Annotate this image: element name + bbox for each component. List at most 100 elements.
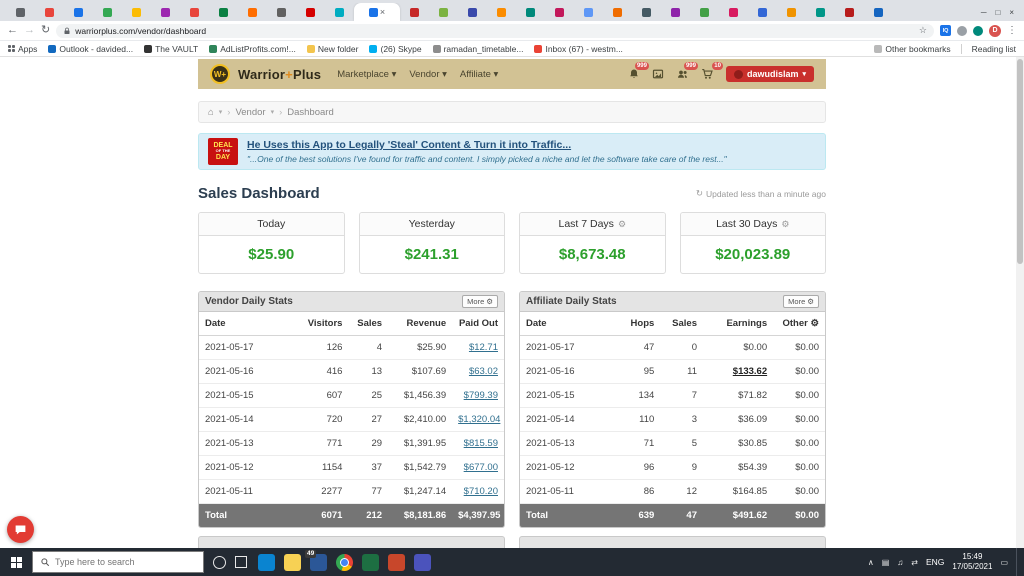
browser-tab[interactable] [632, 3, 661, 21]
cortana-icon[interactable] [213, 555, 226, 569]
gear-icon[interactable]: ⚙ [781, 219, 789, 230]
nav-item-vendor[interactable]: Vendor ▾ [409, 69, 447, 80]
back-icon[interactable]: ← [7, 25, 18, 36]
refresh-icon[interactable]: ↻ [696, 188, 703, 199]
refresh-icon[interactable]: ↻ [41, 25, 50, 36]
taskbar-app-powerpoint[interactable] [388, 553, 405, 571]
browser-tab[interactable] [429, 3, 458, 21]
show-desktop-button[interactable] [1016, 548, 1020, 576]
browser-tab[interactable] [296, 3, 325, 21]
paid-out-link[interactable]: $12.71 [452, 335, 504, 360]
nav-item-affiliate[interactable]: Affiliate ▾ [460, 69, 498, 80]
browser-tab[interactable] [835, 3, 864, 21]
taskbar-app-teams[interactable] [414, 553, 431, 571]
browser-tab[interactable] [719, 3, 748, 21]
browser-tab[interactable] [574, 3, 603, 21]
affiliates-button[interactable]: 999 [676, 62, 698, 80]
cart-button[interactable]: 10 [701, 62, 723, 80]
browser-tab[interactable] [777, 3, 806, 21]
bookmark-item[interactable]: Inbox (67) - westm... [534, 44, 623, 54]
browser-tab[interactable] [400, 3, 429, 21]
account-menu-button[interactable]: dawudislam ▾ [725, 66, 814, 82]
breadcrumb-vendor[interactable]: Vendor [235, 107, 265, 118]
deal-link[interactable]: He Uses this App to Legally 'Steal' Cont… [247, 139, 727, 151]
browser-tab[interactable] [64, 3, 93, 21]
browser-tab[interactable] [93, 3, 122, 21]
taskbar-search[interactable] [32, 551, 204, 573]
bookmark-item[interactable]: The VAULT [144, 44, 198, 54]
extension-icon[interactable] [957, 25, 967, 36]
browser-tab[interactable] [545, 3, 574, 21]
bookmark-item[interactable]: New folder [306, 44, 358, 54]
maximize-button[interactable]: □ [995, 8, 1000, 17]
taskbar-app-edge[interactable] [258, 553, 275, 571]
extension-iq-icon[interactable]: IQ [940, 25, 951, 36]
tray-expand-icon[interactable]: ∧ [868, 558, 874, 567]
paid-out-link[interactable]: $815.59 [452, 431, 504, 456]
browser-tab[interactable] [864, 3, 893, 21]
more-button[interactable]: More ⚙ [783, 295, 819, 308]
browser-tab[interactable] [6, 3, 35, 21]
gear-icon[interactable]: ⚙ [618, 219, 626, 230]
extension-icon[interactable] [973, 25, 983, 36]
other-bookmarks-button[interactable]: Other bookmarks [874, 44, 951, 54]
browser-tab[interactable] [151, 3, 180, 21]
browser-tab[interactable] [661, 3, 690, 21]
bookmark-item[interactable]: ramadan_timetable... [432, 44, 523, 54]
address-bar[interactable]: warriorplus.com/vendor/dashboard ☆ [56, 23, 934, 38]
scrollbar-thumb[interactable] [1017, 59, 1023, 264]
action-center-icon[interactable]: ▭ [1000, 558, 1008, 567]
close-button[interactable]: × [1009, 8, 1014, 17]
home-icon[interactable]: ⌂ [208, 107, 214, 118]
task-view-icon[interactable] [235, 556, 247, 568]
taskbar-app-app-store[interactable]: 49 [305, 549, 327, 571]
paid-out-link[interactable]: $677.00 [452, 455, 504, 480]
brand-name[interactable]: Warrior+Plus [238, 67, 321, 82]
browser-tab[interactable] [180, 3, 209, 21]
paid-out-link[interactable]: $799.39 [452, 383, 504, 408]
start-button[interactable] [0, 548, 32, 576]
earnings-link[interactable]: $133.62 [702, 359, 774, 384]
profile-avatar[interactable]: D [989, 24, 1001, 37]
more-button[interactable]: More ⚙ [462, 295, 498, 308]
paid-out-link[interactable]: $63.02 [452, 359, 504, 384]
browser-tab[interactable] [267, 3, 296, 21]
taskbar-clock[interactable]: 15:49 17/05/2021 [952, 552, 992, 571]
browser-tab[interactable] [603, 3, 632, 21]
browser-tab[interactable] [209, 3, 238, 21]
bookmark-item[interactable]: Outlook - davided... [48, 44, 133, 54]
tab-close-icon[interactable]: × [380, 7, 385, 17]
browser-tab[interactable] [238, 3, 267, 21]
search-input[interactable] [55, 557, 185, 567]
monitor-icon[interactable]: ▤ [882, 558, 890, 567]
taskbar-app-excel[interactable] [362, 553, 379, 571]
warriorplus-logo-icon[interactable]: W+ [210, 64, 230, 84]
browser-tab[interactable] [690, 3, 719, 21]
browser-tab[interactable] [487, 3, 516, 21]
language-indicator[interactable]: ENG [926, 557, 944, 567]
gear-icon[interactable]: ⚙ [810, 318, 819, 329]
chat-widget-button[interactable] [7, 516, 34, 543]
forward-icon[interactable]: → [24, 25, 35, 36]
browser-tab[interactable] [458, 3, 487, 21]
network-icon[interactable]: ⇄ [911, 558, 918, 567]
bookmark-item[interactable]: AdListProfits.com!... [209, 44, 296, 54]
nav-item-marketplace[interactable]: Marketplace ▾ [337, 69, 396, 80]
browser-tab[interactable] [122, 3, 151, 21]
notifications-button[interactable]: 999 [628, 62, 649, 80]
bookmark-star-icon[interactable]: ☆ [919, 25, 927, 36]
browser-tab-active[interactable]: × [354, 3, 400, 21]
offers-button[interactable] [652, 68, 664, 80]
bookmark-item[interactable]: (26) Skype [369, 44, 422, 54]
browser-tab[interactable] [516, 3, 545, 21]
page-scrollbar[interactable] [1016, 57, 1024, 548]
browser-tab[interactable] [748, 3, 777, 21]
minimize-button[interactable]: ─ [981, 8, 987, 17]
browser-tab[interactable] [35, 3, 64, 21]
paid-out-link[interactable]: $710.20 [452, 479, 504, 504]
volume-icon[interactable]: ♫ [897, 558, 903, 567]
reading-list-button[interactable]: Reading list [972, 44, 1016, 54]
taskbar-app-chrome[interactable] [336, 553, 353, 571]
paid-out-link[interactable]: $1,320.04 [452, 407, 504, 432]
browser-menu-icon[interactable]: ⋮ [1007, 25, 1017, 36]
